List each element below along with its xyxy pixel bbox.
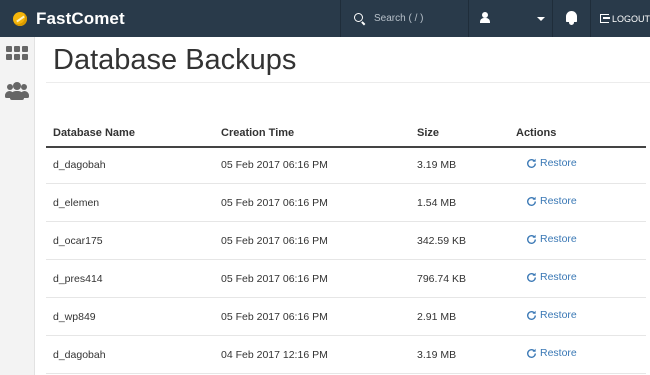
table-header: Database Name Creation Time Size Actions bbox=[46, 121, 646, 148]
backup-size: 2.91 MB bbox=[417, 311, 457, 323]
refresh-icon bbox=[527, 234, 536, 244]
backup-size: 3.19 MB bbox=[417, 159, 457, 171]
top-navbar: FastComet LOGOUT bbox=[0, 0, 650, 37]
restore-link[interactable]: Restore bbox=[526, 233, 577, 245]
title-divider bbox=[46, 82, 650, 83]
database-name: d_dagobah bbox=[53, 159, 106, 171]
table-row: d_wp849 05 Feb 2017 06:16 PM 2.91 MB Res… bbox=[46, 298, 646, 336]
backups-table: Database Name Creation Time Size Actions… bbox=[46, 121, 646, 374]
restore-link[interactable]: Restore bbox=[526, 157, 577, 169]
creation-time: 05 Feb 2017 06:16 PM bbox=[221, 311, 328, 323]
notifications-button[interactable] bbox=[552, 0, 590, 37]
backup-size: 1.54 MB bbox=[417, 197, 457, 209]
database-name: d_ocar175 bbox=[53, 235, 103, 247]
search-input[interactable] bbox=[374, 8, 466, 29]
column-header-actions: Actions bbox=[516, 127, 557, 139]
logout-label: LOGOUT bbox=[611, 13, 650, 24]
restore-label: Restore bbox=[540, 347, 577, 359]
restore-label: Restore bbox=[540, 309, 577, 321]
brand[interactable]: FastComet bbox=[0, 0, 125, 37]
database-name: d_dagobah bbox=[53, 349, 106, 361]
database-name: d_wp849 bbox=[53, 311, 96, 323]
table-row: d_pres414 05 Feb 2017 06:16 PM 796.74 KB… bbox=[46, 260, 646, 298]
table-row: d_ocar175 05 Feb 2017 06:16 PM 342.59 KB… bbox=[46, 222, 646, 260]
main-content: Database Backups Database Name Creation … bbox=[36, 37, 650, 375]
backup-size: 796.74 KB bbox=[417, 273, 467, 285]
table-row: d_elemen 05 Feb 2017 06:16 PM 1.54 MB Re… bbox=[46, 184, 646, 222]
sign-out-icon bbox=[600, 14, 610, 23]
fastcomet-logo-icon bbox=[13, 11, 27, 26]
restore-link[interactable]: Restore bbox=[526, 271, 577, 283]
refresh-icon bbox=[527, 348, 536, 358]
creation-time: 05 Feb 2017 06:16 PM bbox=[221, 273, 328, 285]
table-row: d_dagobah 04 Feb 2017 12:16 PM 3.19 MB R… bbox=[46, 336, 646, 374]
refresh-icon bbox=[527, 272, 536, 282]
user-icon bbox=[480, 12, 490, 23]
refresh-icon bbox=[527, 158, 536, 168]
column-header-creation-time: Creation Time bbox=[221, 127, 295, 139]
page-title: Database Backups bbox=[53, 44, 297, 76]
backup-size: 3.19 MB bbox=[417, 349, 457, 361]
database-name: d_elemen bbox=[53, 197, 100, 209]
restore-label: Restore bbox=[540, 195, 577, 207]
restore-link[interactable]: Restore bbox=[526, 309, 577, 321]
restore-link[interactable]: Restore bbox=[526, 347, 577, 359]
user-menu[interactable] bbox=[468, 0, 552, 37]
creation-time: 04 Feb 2017 12:16 PM bbox=[221, 349, 328, 361]
refresh-icon bbox=[527, 310, 536, 320]
restore-label: Restore bbox=[540, 157, 577, 169]
users-icon[interactable] bbox=[5, 82, 29, 100]
restore-link[interactable]: Restore bbox=[526, 195, 577, 207]
table-row: d_dagobah 05 Feb 2017 06:16 PM 3.19 MB R… bbox=[46, 148, 646, 184]
grid-icon[interactable] bbox=[6, 46, 28, 62]
backup-size: 342.59 KB bbox=[417, 235, 467, 247]
search-box[interactable] bbox=[340, 0, 468, 37]
brand-name: FastComet bbox=[36, 8, 125, 28]
restore-label: Restore bbox=[540, 271, 577, 283]
bell-icon bbox=[566, 11, 577, 25]
restore-label: Restore bbox=[540, 233, 577, 245]
creation-time: 05 Feb 2017 06:16 PM bbox=[221, 235, 328, 247]
sidebar bbox=[0, 37, 35, 375]
database-name: d_pres414 bbox=[53, 273, 103, 285]
caret-down-icon bbox=[537, 17, 545, 21]
creation-time: 05 Feb 2017 06:16 PM bbox=[221, 197, 328, 209]
creation-time: 05 Feb 2017 06:16 PM bbox=[221, 159, 328, 171]
column-header-size: Size bbox=[417, 127, 440, 139]
column-header-database-name: Database Name bbox=[53, 127, 135, 139]
logout-button[interactable]: LOGOUT bbox=[590, 0, 650, 37]
refresh-icon bbox=[527, 196, 536, 206]
search-icon bbox=[354, 12, 366, 25]
